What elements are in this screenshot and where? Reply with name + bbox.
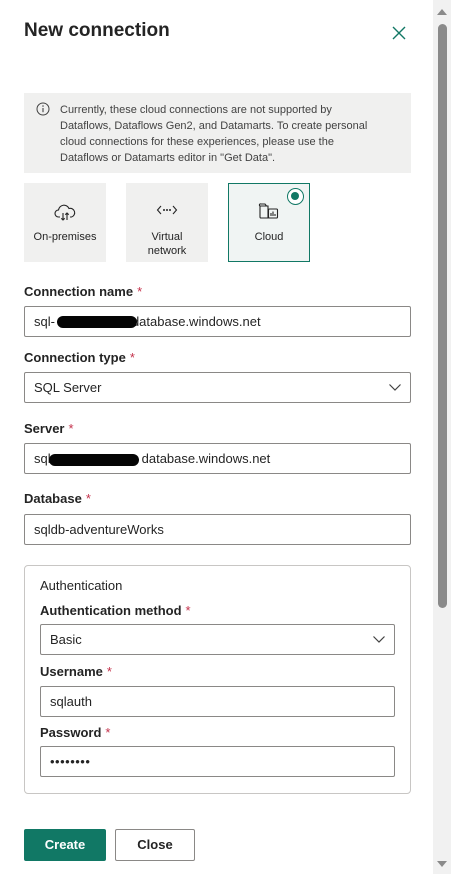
chevron-down-icon (373, 636, 385, 643)
new-connection-panel: New connection Currently, these cloud co… (0, 0, 433, 874)
connection-name-label: Connection name * (24, 284, 143, 299)
virtual-network-icon (156, 205, 178, 215)
selected-radio-icon (287, 188, 304, 205)
connection-type-label: Connection type * (24, 350, 135, 365)
redaction-mark (57, 316, 137, 328)
info-line-2: Dataflows, Dataflows Gen2, and Datamarts… (60, 120, 368, 132)
server-label: Server * (24, 421, 74, 436)
tile-cloud[interactable]: Cloud (228, 183, 310, 262)
database-label: Database * (24, 491, 91, 506)
connection-name-prefix: sql- (34, 314, 55, 329)
create-button[interactable]: Create (24, 829, 106, 861)
tile-label-virtual: Virtual (151, 231, 183, 243)
username-input[interactable]: sqlauth (40, 686, 395, 717)
tile-label-network: network (147, 245, 187, 257)
auth-method-value: Basic (50, 632, 82, 647)
password-value: •••••••• (50, 754, 91, 769)
tile-virtual-network[interactable]: Virtual network (126, 183, 208, 262)
authentication-title: Authentication (40, 578, 123, 593)
username-label: Username * (40, 664, 112, 679)
redaction-mark (49, 454, 139, 466)
server-suffix: database.windows.net (141, 451, 271, 466)
close-button[interactable]: Close (115, 829, 195, 861)
cloud-app-icon (258, 203, 279, 219)
username-value: sqlauth (50, 694, 92, 709)
tile-on-premises[interactable]: On-premises (24, 183, 106, 262)
password-input[interactable]: •••••••• (40, 746, 395, 777)
scrollbar-thumb[interactable] (438, 24, 447, 608)
auth-method-label: Authentication method * (40, 603, 191, 618)
password-label: Password * (40, 725, 111, 740)
connection-type-value: SQL Server (34, 380, 102, 395)
scroll-down-arrow-icon[interactable] (437, 861, 447, 867)
chevron-down-icon (389, 384, 401, 391)
close-icon[interactable] (389, 23, 409, 43)
connection-name-input[interactable]: sql-database.windows.net (24, 306, 411, 337)
server-input[interactable]: sql database.windows.net (24, 443, 411, 474)
info-line-3: cloud connections for these experiences,… (60, 136, 334, 148)
cloud-gateway-icon (54, 204, 76, 221)
connection-name-suffix: database.windows.net (131, 314, 261, 329)
info-line-4: Dataflows or Datamarts editor in "Get Da… (60, 152, 276, 164)
info-icon (36, 102, 50, 116)
auth-method-dropdown[interactable]: Basic (40, 624, 395, 655)
tile-label-on-premises: On-premises (33, 231, 97, 243)
tile-label-cloud: Cloud (254, 231, 284, 243)
connection-type-dropdown[interactable]: SQL Server (24, 372, 411, 403)
panel-title: New connection (24, 20, 170, 41)
info-banner: Currently, these cloud connections are n… (24, 93, 411, 173)
info-line-1: Currently, these cloud connections are n… (60, 104, 332, 116)
scroll-up-arrow-icon[interactable] (437, 9, 447, 15)
database-value: sqldb-adventureWorks (34, 522, 164, 537)
database-input[interactable]: sqldb-adventureWorks (24, 514, 411, 545)
